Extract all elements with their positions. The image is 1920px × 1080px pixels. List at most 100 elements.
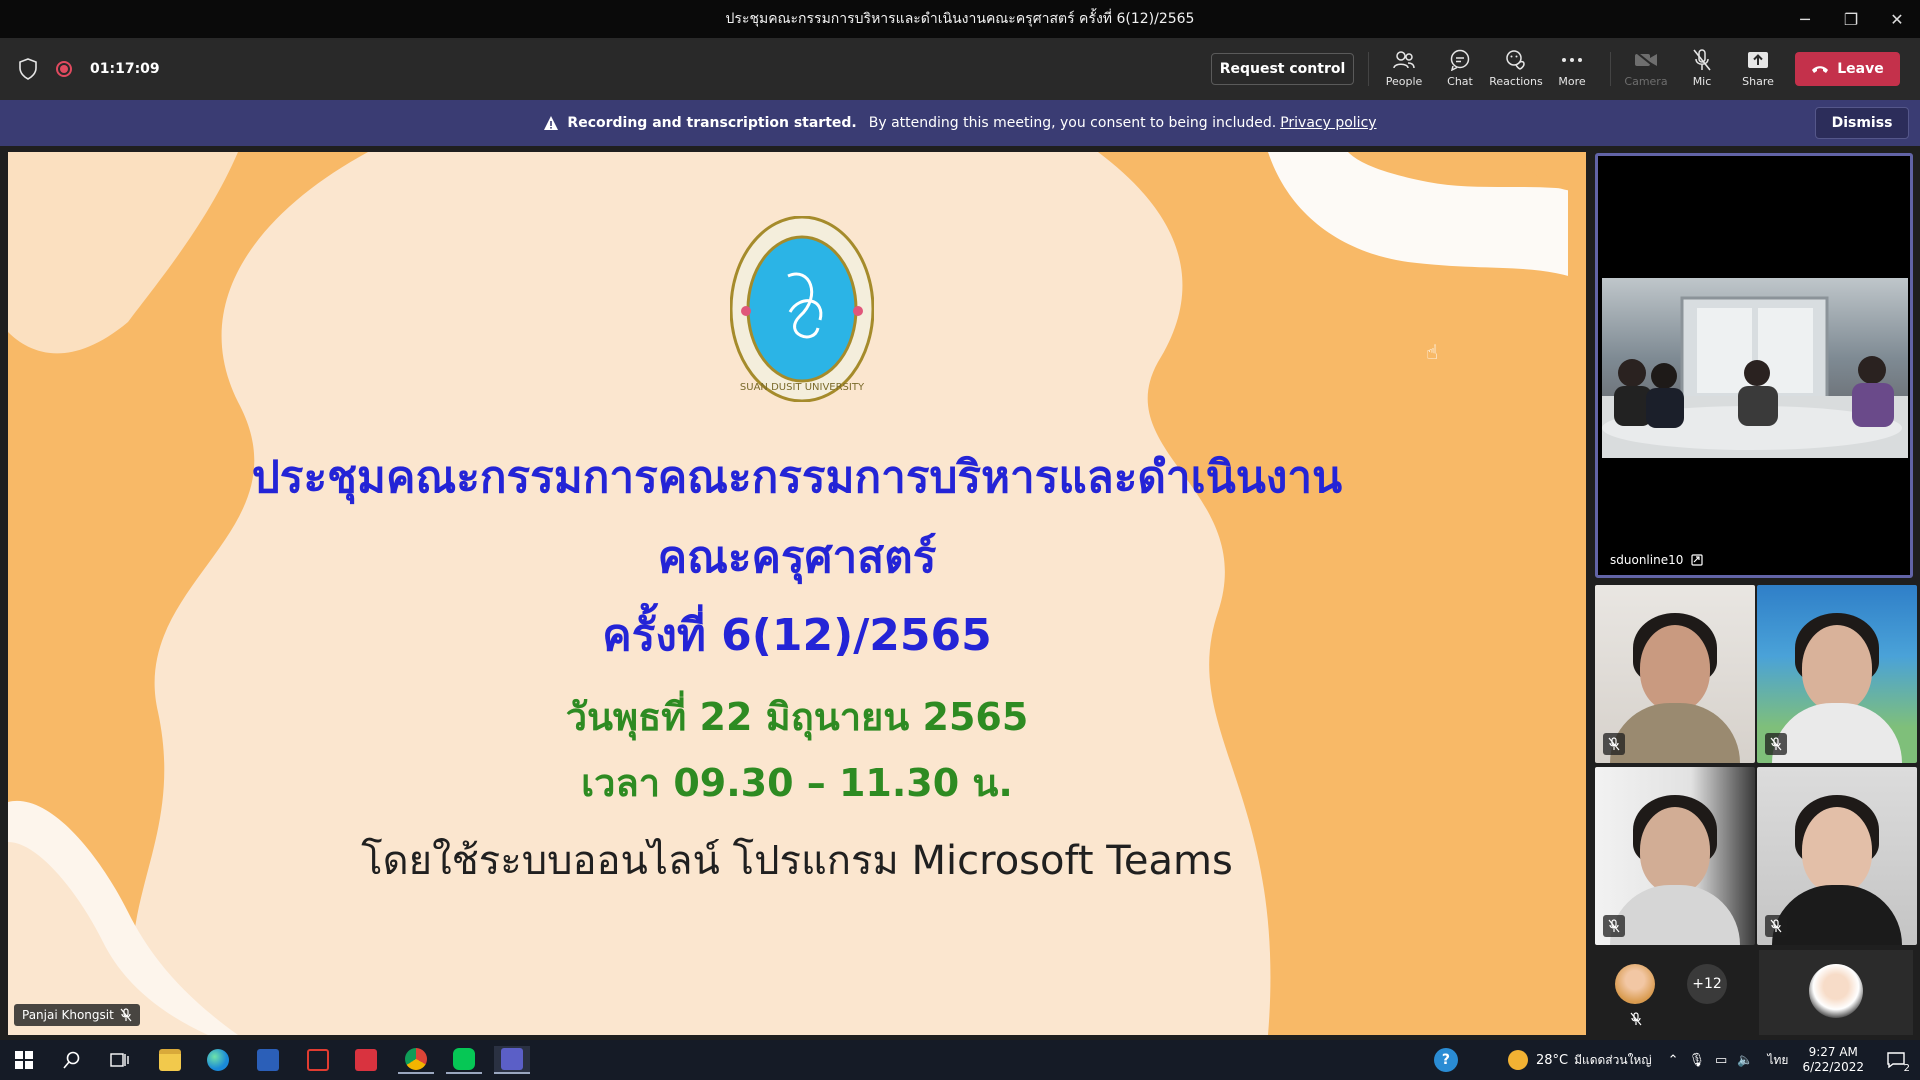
weather-condition[interactable]: มีแดดส่วนใหญ่	[1574, 1051, 1652, 1070]
acrobat-button[interactable]	[300, 1046, 336, 1074]
slide-date: วันพุธที่ 22 มิถุนายน 2565	[565, 695, 1029, 739]
share-icon	[1746, 48, 1770, 72]
notification-icon	[1887, 1052, 1905, 1068]
self-avatar	[1809, 964, 1863, 1018]
word-icon	[257, 1049, 279, 1071]
word-button[interactable]	[250, 1046, 286, 1074]
more-button[interactable]: More	[1544, 48, 1600, 92]
reactions-button[interactable]: Reactions	[1488, 48, 1544, 92]
screen-share-icon	[1691, 554, 1703, 566]
university-seal-logo: SUAN DUSIT UNIVERSITY	[730, 216, 874, 402]
search-button[interactable]	[54, 1046, 90, 1074]
task-view-icon	[110, 1053, 129, 1067]
line-app-button[interactable]	[446, 1046, 482, 1074]
share-button[interactable]: Share	[1730, 48, 1786, 92]
warning-icon	[544, 116, 559, 130]
people-button[interactable]: People	[1376, 48, 1432, 92]
people-icon	[1392, 48, 1416, 72]
teams-button[interactable]	[494, 1046, 530, 1074]
participant-body	[1772, 703, 1902, 763]
file-explorer-button[interactable]	[152, 1046, 188, 1074]
chrome-button[interactable]	[398, 1046, 434, 1074]
search-icon	[63, 1051, 80, 1069]
input-language[interactable]: ไทย	[1767, 1051, 1788, 1070]
privacy-policy-link[interactable]: Privacy policy	[1280, 115, 1376, 131]
participant-video-tile[interactable]	[1757, 767, 1917, 945]
pdf-icon	[307, 1049, 329, 1071]
mic-off-icon	[1603, 915, 1625, 937]
phone-hangup-icon	[1812, 66, 1829, 73]
mic-off-icon	[120, 1008, 132, 1022]
mic-off-icon	[1765, 915, 1787, 937]
network-icon[interactable]: ▭	[1715, 1053, 1727, 1068]
clock-date: 6/22/2022	[1802, 1060, 1864, 1074]
toolbar-divider	[1610, 52, 1611, 86]
participant-face	[1802, 625, 1872, 711]
self-view-tile[interactable]	[1759, 950, 1913, 1035]
weather-temp[interactable]: 28°C	[1536, 1053, 1568, 1068]
chrome-icon	[405, 1048, 427, 1070]
start-button[interactable]	[6, 1046, 42, 1074]
volume-icon[interactable]: 🔈	[1737, 1053, 1753, 1068]
chat-button[interactable]: Chat	[1432, 48, 1488, 92]
taskbar-clock[interactable]: 9:27 AM 6/22/2022	[1802, 1045, 1864, 1075]
leave-button[interactable]: Leave	[1795, 52, 1900, 86]
mic-off-icon	[1765, 733, 1787, 755]
chat-icon	[1448, 48, 1472, 72]
mic-off-icon	[1690, 48, 1714, 72]
recording-icon	[56, 61, 72, 77]
participant-face	[1640, 625, 1710, 711]
camera-app-icon	[355, 1049, 377, 1071]
shield-icon[interactable]	[18, 58, 38, 80]
slide-platform: โดยใช้ระบบออนไลน์ โปรแกรม Microsoft Team…	[361, 838, 1233, 884]
microphone-tray-icon[interactable]: 🎙	[1688, 1053, 1705, 1068]
presenter-label: Panjai Khongsit	[14, 1004, 140, 1026]
tray-chevron-up-icon[interactable]: ⌃	[1668, 1053, 1679, 1068]
participant-video-tile[interactable]	[1757, 585, 1917, 763]
mic-label: Mic	[1692, 75, 1712, 88]
spotlight-participant-name: sduonline10	[1610, 553, 1684, 567]
camera-app-button[interactable]	[348, 1046, 384, 1074]
slide-time: เวลา 09.30 – 11.30 น.	[581, 761, 1013, 805]
spotlight-participant-label: sduonline10	[1610, 553, 1703, 567]
edge-button[interactable]	[200, 1046, 236, 1074]
more-participants-button[interactable]: +12	[1687, 964, 1727, 1004]
slide-title-line3: ครั้งที่ 6(12)/2565	[602, 610, 992, 661]
dismiss-button[interactable]: Dismiss	[1815, 107, 1909, 139]
spotlight-video-tile[interactable]: sduonline10	[1595, 153, 1913, 578]
help-icon[interactable]: ?	[1433, 1048, 1458, 1072]
clock-time: 9:27 AM	[1808, 1045, 1858, 1059]
weather-sun-icon	[1507, 1050, 1528, 1070]
participant-body	[1772, 885, 1902, 945]
teams-icon	[501, 1048, 523, 1070]
task-view-button[interactable]	[102, 1046, 138, 1074]
mic-button[interactable]: Mic	[1674, 48, 1730, 92]
more-icon	[1560, 48, 1584, 72]
close-button[interactable]: ✕	[1874, 0, 1920, 38]
reactions-icon	[1504, 48, 1528, 72]
window-title: ประชุมคณะกรรมการบริหารและดำเนินงานคณะครุ…	[725, 11, 1195, 27]
more-label: More	[1558, 75, 1586, 88]
participant-video-tile[interactable]	[1595, 585, 1755, 763]
meeting-timer: 01:17:09	[90, 61, 160, 77]
participant-video-tile[interactable]	[1595, 767, 1755, 945]
restore-button[interactable]: ❐	[1828, 0, 1874, 38]
minimize-button[interactable]: ─	[1782, 0, 1828, 38]
camera-button[interactable]: Camera	[1618, 48, 1674, 92]
meeting-status: 01:17:09	[18, 58, 160, 80]
window-controls: ─ ❐ ✕	[1782, 0, 1920, 38]
windows-taskbar: ? 28°C มีแดดส่วนใหญ่ ⌃ 🎙 ▭ 🔈 ไทย 9:27 AM…	[0, 1040, 1920, 1080]
leave-label: Leave	[1837, 61, 1884, 77]
edge-icon	[207, 1049, 229, 1071]
presenter-name: Panjai Khongsit	[22, 1008, 114, 1022]
meeting-toolbar: 01:17:09 Request control People Chat Rea…	[0, 38, 1920, 100]
people-label: People	[1385, 75, 1423, 88]
banner-message: By attending this meeting, you consent t…	[868, 115, 1277, 131]
participant-avatar[interactable]	[1615, 964, 1655, 1004]
reactions-label: Reactions	[1489, 75, 1543, 88]
participants-overflow-row: +12	[1595, 950, 1913, 1035]
notification-count: 2	[1903, 1063, 1910, 1074]
banner-title: Recording and transcription started.	[567, 115, 857, 131]
request-control-button[interactable]: Request control	[1211, 53, 1354, 85]
notification-center-button[interactable]: 2	[1878, 1040, 1914, 1080]
